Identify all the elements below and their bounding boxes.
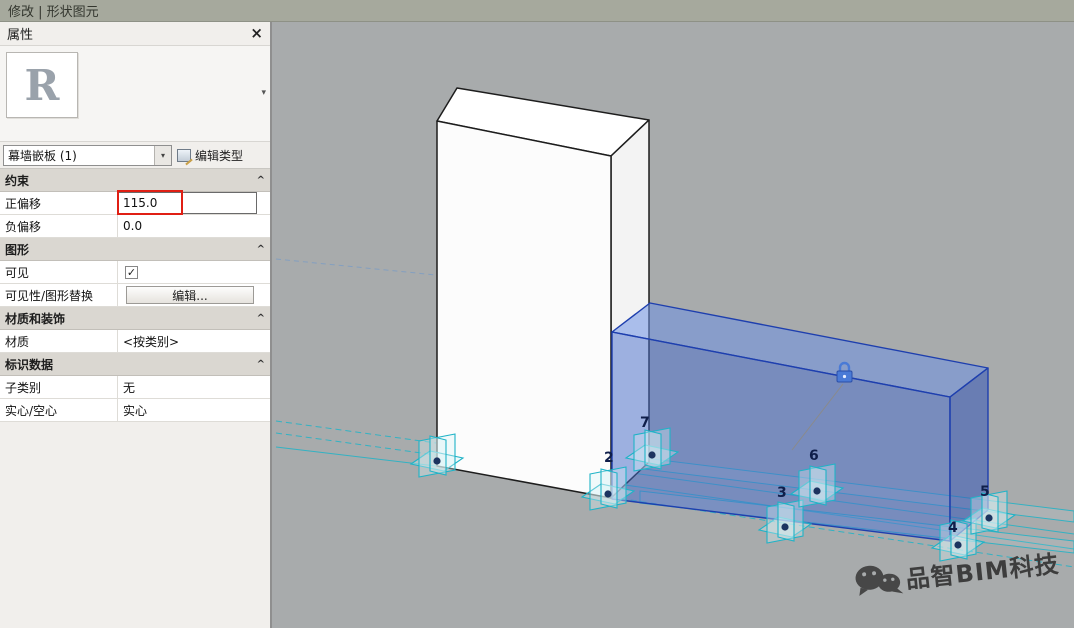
point-number: 5	[980, 484, 990, 500]
properties-panel-header: 属性 ×	[0, 22, 270, 46]
family-thumbnail: R	[6, 52, 78, 118]
collapse-icon[interactable]: ^	[257, 313, 265, 324]
negative-offset-row: 负偏移 0.0	[0, 215, 270, 238]
positive-offset-field[interactable]: 115.0	[118, 192, 257, 214]
row-gutter	[257, 284, 270, 306]
panel-empty-area	[0, 422, 270, 628]
point-number: 2	[604, 450, 614, 466]
section-header-label: 材质和装饰	[5, 310, 65, 327]
section-header-label: 图形	[5, 241, 29, 258]
edit-type-button[interactable]: 编辑类型	[175, 144, 267, 166]
solid-void-label: 实心/空心	[0, 399, 118, 421]
3d-viewport[interactable]: 2 7 3 6 4 5 品智BIM科技	[272, 22, 1074, 628]
visibility-overrides-row: 可见性/图形替换 编辑...	[0, 284, 270, 307]
subcategory-label: 子类别	[0, 376, 118, 398]
instance-selector[interactable]: 幕墙嵌板 (1) ▾	[3, 145, 172, 166]
material-field[interactable]: <按类别>	[118, 330, 257, 352]
point-number: 7	[640, 415, 650, 431]
solid-void-field[interactable]: 实心	[118, 399, 257, 421]
property-grid: 约束 ^ 正偏移 115.0 负偏移 0.0 图形 ^ 可见 ✓	[0, 168, 270, 422]
subcategory-row: 子类别 无	[0, 376, 270, 399]
point-number: 4	[948, 520, 958, 536]
edit-type-label: 编辑类型	[195, 147, 243, 164]
material-row: 材质 <按类别>	[0, 330, 270, 353]
subcategory-field[interactable]: 无	[118, 376, 257, 398]
section-constraints[interactable]: 约束 ^	[0, 169, 270, 192]
point-number: 3	[777, 485, 787, 501]
instance-selector-label: 幕墙嵌板 (1)	[8, 147, 77, 164]
visibility-overrides-field: 编辑...	[118, 284, 257, 306]
visible-field: ✓	[118, 261, 257, 283]
row-gutter	[257, 376, 270, 398]
negative-offset-field[interactable]: 0.0	[118, 215, 257, 237]
collapse-icon[interactable]: ^	[257, 175, 265, 186]
context-tab-title[interactable]: 修改 | 形状图元	[8, 1, 99, 20]
edit-overrides-button[interactable]: 编辑...	[126, 286, 254, 304]
collapse-icon[interactable]: ^	[257, 244, 265, 255]
row-gutter	[257, 330, 270, 352]
point-number: 6	[809, 448, 819, 464]
section-header-label: 约束	[5, 172, 29, 189]
panel-title: 属性	[7, 24, 33, 43]
modify-context-bar: 修改 | 形状图元	[0, 0, 1074, 22]
visible-row: 可见 ✓	[0, 261, 270, 284]
chevron-down-icon[interactable]: ▾	[261, 88, 266, 98]
properties-panel: 属性 × R ▾ 幕墙嵌板 (1) ▾ 编辑类型 约束 ^ 正偏移 115.0	[0, 22, 272, 628]
row-gutter	[257, 192, 270, 214]
section-materials[interactable]: 材质和装饰 ^	[0, 307, 270, 330]
row-gutter	[257, 215, 270, 237]
close-icon[interactable]: ×	[250, 26, 263, 41]
edit-type-icon	[177, 149, 191, 162]
collapse-icon[interactable]: ^	[257, 359, 265, 370]
visibility-overrides-label: 可见性/图形替换	[0, 284, 118, 306]
positive-offset-label: 正偏移	[0, 192, 118, 214]
section-header-label: 标识数据	[5, 356, 53, 373]
revit-logo-icon: R	[25, 61, 60, 110]
solid-void-row: 实心/空心 实心	[0, 399, 270, 422]
section-graphics[interactable]: 图形 ^	[0, 238, 270, 261]
type-selector-row: 幕墙嵌板 (1) ▾ 编辑类型	[0, 142, 270, 168]
section-identity-data[interactable]: 标识数据 ^	[0, 353, 270, 376]
positive-offset-value: 115.0	[123, 196, 157, 210]
visible-label: 可见	[0, 261, 118, 283]
visible-checkbox[interactable]: ✓	[125, 266, 138, 279]
negative-offset-label: 负偏移	[0, 215, 118, 237]
positive-offset-row: 正偏移 115.0	[0, 192, 270, 215]
type-preview-area[interactable]: R ▾	[0, 46, 270, 142]
row-gutter	[257, 399, 270, 421]
chevron-down-icon[interactable]: ▾	[154, 146, 171, 165]
material-label: 材质	[0, 330, 118, 352]
row-gutter	[257, 261, 270, 283]
